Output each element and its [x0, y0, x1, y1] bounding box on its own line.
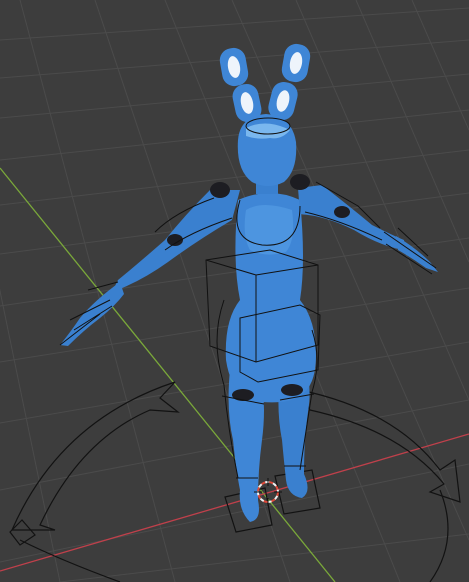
3d-viewport[interactable]	[0, 0, 469, 582]
viewport-scene[interactable]	[0, 0, 469, 582]
